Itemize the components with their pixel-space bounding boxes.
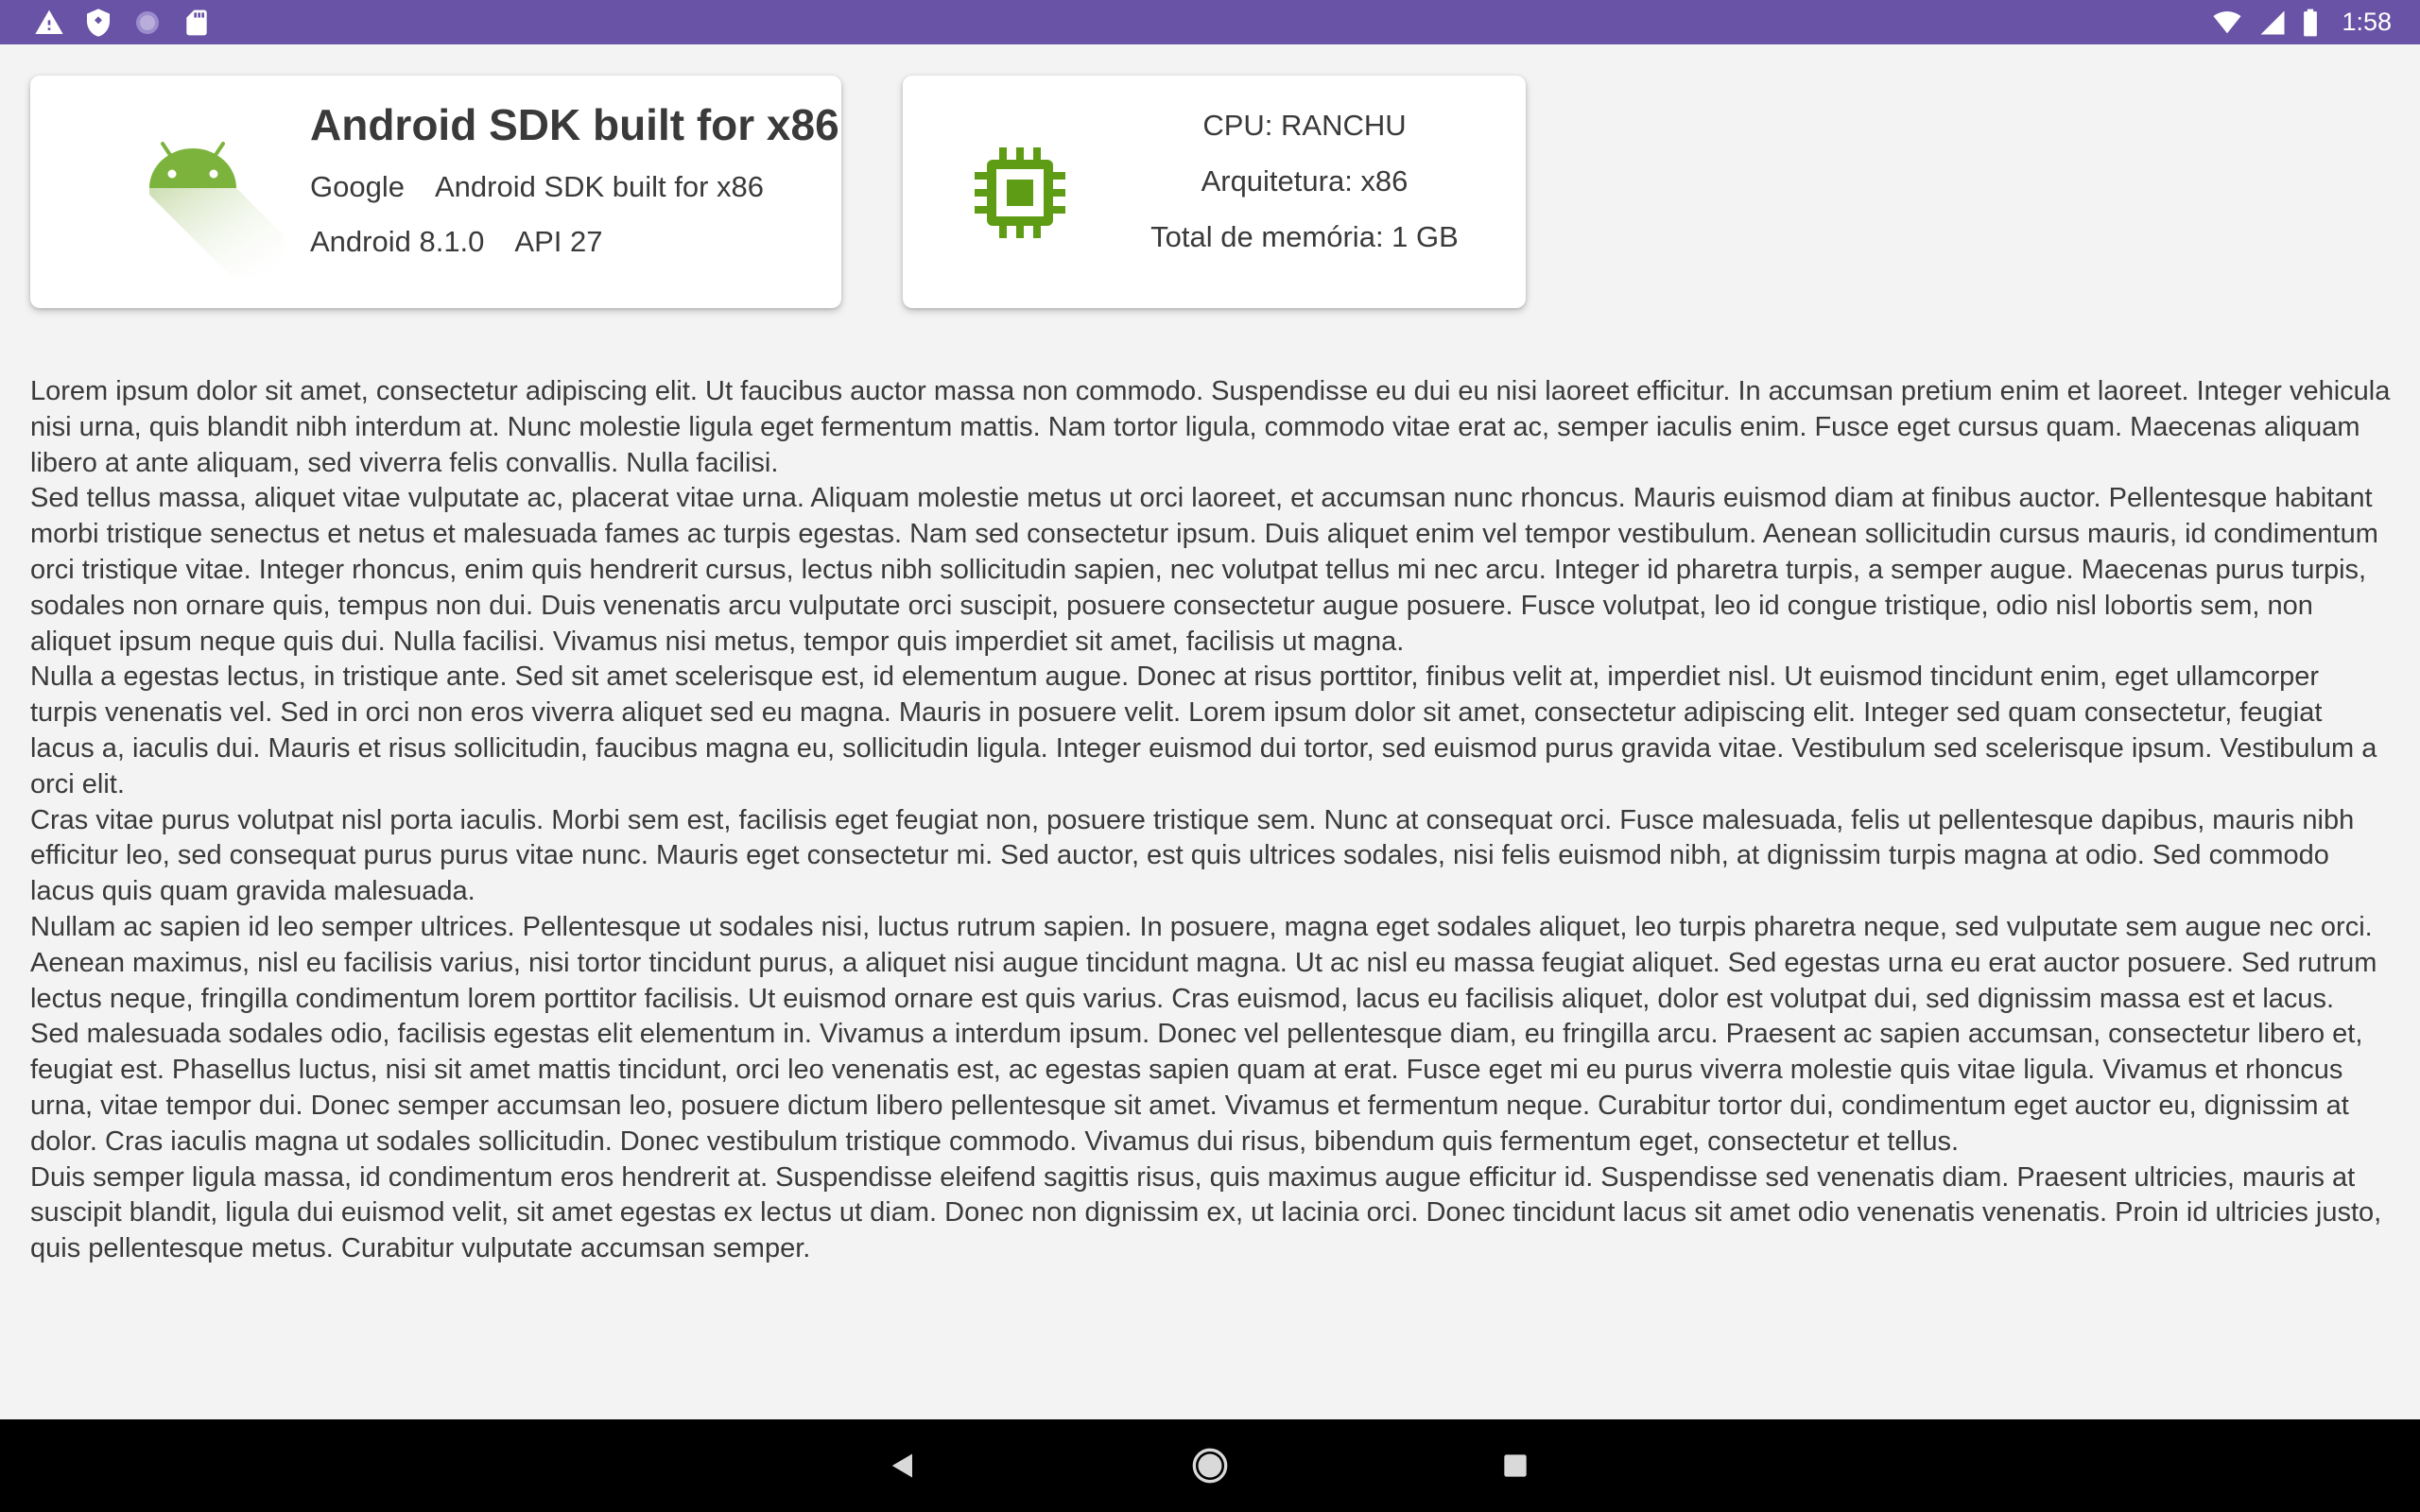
home-icon bbox=[1192, 1448, 1228, 1484]
back-button[interactable] bbox=[879, 1442, 926, 1489]
content-paragraph: Lorem ipsum dolor sit amet, consectetur … bbox=[30, 376, 2391, 478]
cpu-architecture: Arquitetura: x86 bbox=[1201, 164, 1409, 198]
sync-icon bbox=[136, 10, 159, 34]
back-icon bbox=[891, 1453, 912, 1478]
content-paragraph: Duis semper ligula massa, id condimentum… bbox=[30, 1161, 2382, 1264]
home-button[interactable] bbox=[1186, 1442, 1234, 1489]
device-version-row: Android 8.1.0 API 27 bbox=[310, 225, 602, 259]
android-robot-icon bbox=[149, 142, 284, 278]
content-paragraph: Sed tellus massa, aliquet vitae vulputat… bbox=[30, 483, 2378, 657]
device-info-card: Android SDK built for x86 Google Android… bbox=[30, 76, 841, 308]
shield-icon bbox=[87, 8, 110, 37]
device-model: Android SDK built for x86 bbox=[434, 170, 765, 203]
device-manufacturer: Google bbox=[310, 170, 405, 203]
warning-icon bbox=[35, 9, 63, 34]
device-title: Android SDK built for x86 bbox=[310, 100, 839, 149]
wifi-icon bbox=[2213, 10, 2241, 33]
battery-icon bbox=[2304, 9, 2318, 36]
content-paragraph: Nullam ac sapien id leo semper ultrices.… bbox=[30, 911, 2377, 1014]
status-notification-icons bbox=[34, 0, 212, 44]
status-bar: 1:58 bbox=[0, 0, 2420, 44]
sd-card-icon bbox=[186, 9, 207, 35]
content-paragraph: Cras vitae purus volutpat nisl porta iac… bbox=[30, 804, 2355, 907]
content-paragraph: Nulla a egestas lectus, in tristique ant… bbox=[30, 662, 2377, 799]
android-version: Android 8.1.0 bbox=[310, 225, 485, 258]
total-memory: Total de memória: 1 GB bbox=[1150, 220, 1459, 253]
content-text: Lorem ipsum dolor sit amet, consectetur … bbox=[30, 374, 2394, 1267]
recents-icon bbox=[1504, 1454, 1527, 1477]
navigation-bar bbox=[0, 1419, 2420, 1512]
status-system-icons: 1:58 bbox=[2211, 0, 2392, 44]
device-manufacturer-model-row: Google Android SDK built for x86 bbox=[310, 170, 764, 204]
content-paragraph: Sed malesuada sodales odio, facilisis eg… bbox=[30, 1019, 2363, 1157]
cpu-info-card: CPU: RANCHU Arquitetura: x86 Total de me… bbox=[903, 76, 1526, 308]
cpu-chip-icon bbox=[975, 147, 1065, 238]
cpu-details: CPU: RANCHU Arquitetura: x86 Total de me… bbox=[1120, 106, 1489, 273]
signal-icon bbox=[2260, 10, 2285, 34]
status-clock: 1:58 bbox=[2342, 8, 2392, 36]
recents-button[interactable] bbox=[1492, 1442, 1539, 1489]
cpu-name: CPU: RANCHU bbox=[1202, 109, 1407, 142]
api-level: API 27 bbox=[514, 225, 603, 258]
